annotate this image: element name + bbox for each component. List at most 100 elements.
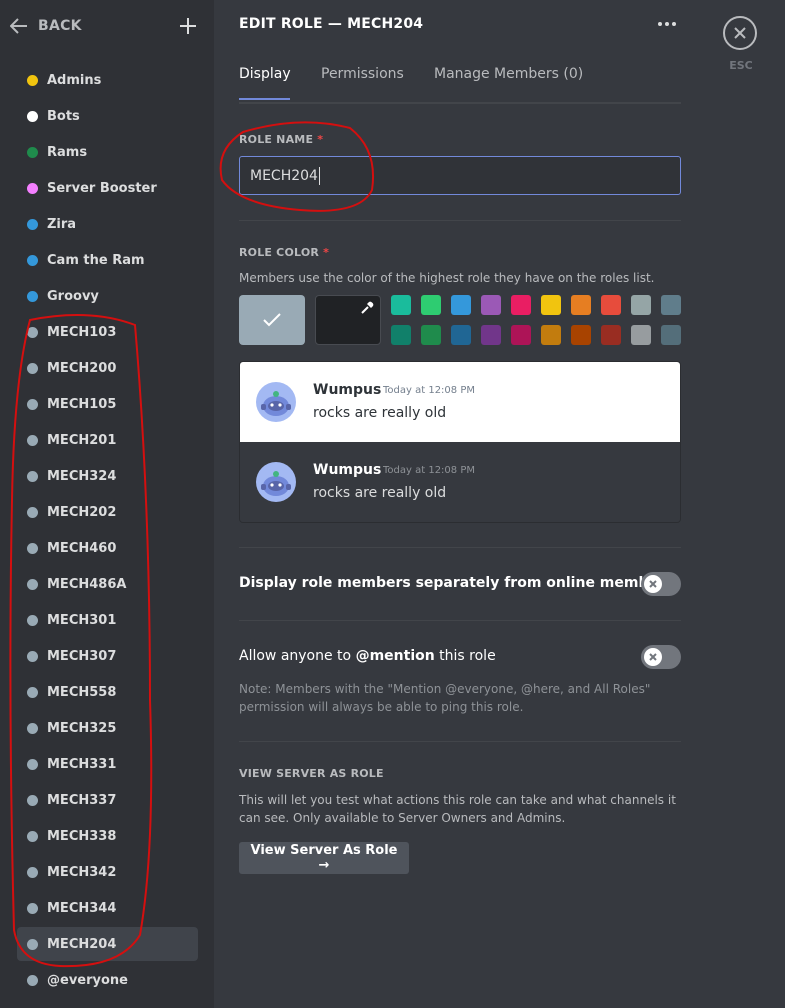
role-color-dot [27, 974, 38, 986]
role-item[interactable]: Groovy [17, 279, 198, 313]
role-color-dot [27, 830, 38, 842]
role-item[interactable]: MECH201 [17, 423, 198, 457]
role-color-dot [27, 938, 38, 950]
role-name: Server Booster [47, 180, 157, 196]
role-item[interactable]: Admins [17, 63, 198, 97]
role-name: Zira [47, 216, 77, 232]
role-item[interactable]: MECH342 [17, 855, 198, 889]
tab-display[interactable]: Display [239, 66, 291, 82]
role-item[interactable]: MECH202 [17, 495, 198, 529]
color-swatch[interactable] [481, 325, 501, 345]
view-server-as-role-button[interactable]: View Server As Role → [239, 842, 409, 874]
role-color-dot [27, 650, 38, 662]
role-item[interactable]: Cam the Ram [17, 243, 198, 277]
mention-note: Note: Members with the "Mention @everyon… [239, 682, 651, 714]
role-item[interactable]: Server Booster [17, 171, 198, 205]
role-item[interactable]: MECH204 [17, 927, 198, 961]
role-name: Admins [47, 72, 102, 88]
role-item[interactable]: MECH324 [17, 459, 198, 493]
role-item[interactable]: @everyone [17, 963, 198, 997]
role-name-input[interactable]: MECH204 [239, 156, 681, 195]
color-swatch[interactable] [631, 325, 651, 345]
role-item[interactable]: MECH103 [17, 315, 198, 349]
tab-manage-members[interactable]: Manage Members (0) [434, 66, 583, 82]
role-item[interactable]: MECH331 [17, 747, 198, 781]
role-item[interactable]: MECH200 [17, 351, 198, 385]
close-icon [734, 27, 746, 39]
role-color-description: Members use the color of the highest rol… [239, 271, 655, 285]
role-color-dot [27, 902, 38, 914]
color-swatch[interactable] [421, 325, 441, 345]
color-swatch[interactable] [661, 295, 681, 315]
role-color-dot [27, 146, 38, 158]
color-swatch[interactable] [541, 295, 561, 315]
hoist-toggle[interactable] [641, 572, 681, 596]
role-color-dot [27, 434, 38, 446]
role-item[interactable]: Bots [17, 99, 198, 133]
color-swatch[interactable] [661, 325, 681, 345]
role-item[interactable]: MECH486A [17, 567, 198, 601]
back-button[interactable]: BACK [10, 14, 82, 38]
color-swatch[interactable] [571, 295, 591, 315]
color-swatch[interactable] [601, 325, 621, 345]
default-color-swatch[interactable] [239, 295, 305, 345]
role-color-dot [27, 362, 38, 374]
color-swatch[interactable] [631, 295, 651, 315]
role-color-dot [27, 794, 38, 806]
color-swatch[interactable] [481, 295, 501, 315]
custom-color-swatch[interactable] [315, 295, 381, 345]
role-item[interactable]: MECH105 [17, 387, 198, 421]
color-swatch[interactable] [511, 325, 531, 345]
preview-light: Wumpus Today at 12:08 PM rocks are reall… [240, 362, 680, 442]
role-name: MECH324 [47, 468, 117, 484]
role-name: MECH338 [47, 828, 117, 844]
role-item[interactable]: MECH301 [17, 603, 198, 637]
role-item[interactable]: MECH344 [17, 891, 198, 925]
role-name: MECH342 [47, 864, 117, 880]
role-item[interactable]: Rams [17, 135, 198, 169]
tab-permissions[interactable]: Permissions [321, 66, 404, 82]
color-swatch[interactable] [451, 325, 471, 345]
preview-timestamp: Today at 12:08 PM [383, 465, 475, 476]
role-name: MECH558 [47, 684, 117, 700]
divider [239, 547, 681, 548]
role-item[interactable]: MECH337 [17, 783, 198, 817]
role-color-dot [27, 110, 38, 122]
role-item[interactable]: MECH325 [17, 711, 198, 745]
role-color-dot [27, 722, 38, 734]
close-button[interactable] [723, 16, 757, 50]
role-name: MECH200 [47, 360, 117, 376]
color-swatch[interactable] [601, 295, 621, 315]
more-options-icon[interactable] [658, 22, 676, 26]
role-name: @everyone [47, 972, 128, 988]
view-as-role-label: VIEW SERVER AS ROLE [239, 767, 384, 780]
color-swatch[interactable] [511, 295, 531, 315]
color-swatch[interactable] [391, 295, 411, 315]
role-name: MECH344 [47, 900, 117, 916]
role-name: MECH202 [47, 504, 117, 520]
role-item[interactable]: MECH338 [17, 819, 198, 853]
role-preview: Wumpus Today at 12:08 PM rocks are reall… [239, 361, 681, 523]
role-sidebar: BACK Admins Bots Rams Server Booster Zira Cam… [0, 0, 214, 1008]
preview-message: rocks are really old [313, 405, 447, 421]
role-color-dot [27, 398, 38, 410]
eyedropper-icon [361, 301, 374, 314]
color-swatch[interactable] [571, 325, 591, 345]
divider [239, 620, 681, 621]
role-item[interactable]: MECH460 [17, 531, 198, 565]
role-item[interactable]: MECH307 [17, 639, 198, 673]
color-swatch[interactable] [421, 295, 441, 315]
add-role-icon[interactable] [178, 16, 198, 36]
wumpus-icon [261, 391, 291, 416]
color-swatch[interactable] [391, 325, 411, 345]
role-item[interactable]: Zira [17, 207, 198, 241]
color-swatch[interactable] [451, 295, 471, 315]
mention-toggle[interactable] [641, 645, 681, 669]
role-name: Rams [47, 144, 88, 160]
check-icon [263, 313, 281, 327]
color-swatch[interactable] [541, 325, 561, 345]
role-name: MECH460 [47, 540, 117, 556]
role-color-dot [27, 506, 38, 518]
role-item[interactable]: MECH558 [17, 675, 198, 709]
role-color-dot [27, 542, 38, 554]
